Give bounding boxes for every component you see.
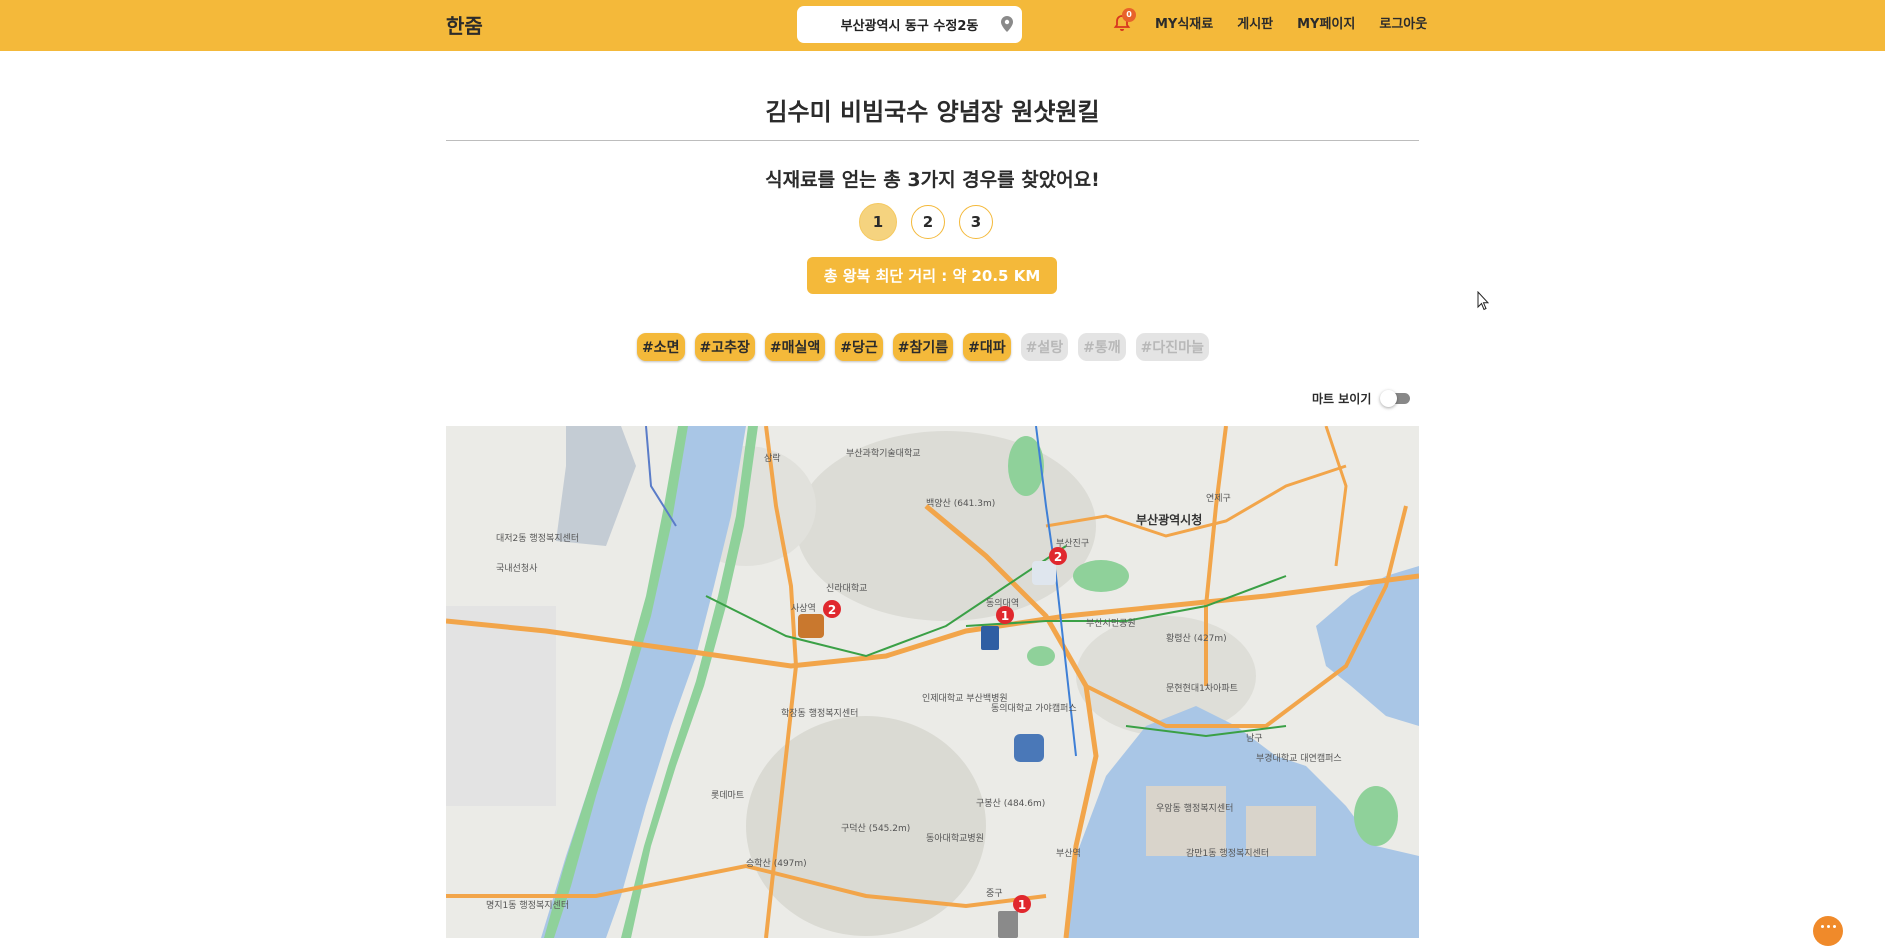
map-label: 국내선청사 xyxy=(496,563,538,574)
map-label: 백양산 (641.3m) xyxy=(926,498,995,509)
map-label: 신라대학교 xyxy=(826,583,867,594)
map-label: 우암동 행정복지센터 xyxy=(1156,802,1233,814)
map-label: 감만1동 행정복지센터 xyxy=(1186,847,1269,859)
chat-fab-button[interactable] xyxy=(1813,916,1843,946)
ingredient-tag-missing[interactable]: #통깨 xyxy=(1078,333,1126,361)
map-label: 동의대학교 가야캠퍼스 xyxy=(991,702,1077,714)
route-marker[interactable]: 1 xyxy=(996,606,1014,624)
map-label: 학장동 행정복지센터 xyxy=(781,707,858,719)
map-label: 부산광역시청 xyxy=(1136,512,1202,527)
route-marker[interactable]: 1 xyxy=(1013,895,1031,913)
logo[interactable]: 한줌 xyxy=(446,10,483,39)
route-marker[interactable]: 2 xyxy=(823,600,841,618)
result-summary: 식재료를 얻는 총 3가지 경우를 찾았어요! xyxy=(765,169,1100,191)
map-label: 황령산 (427m) xyxy=(1166,632,1227,644)
dot-icon xyxy=(1826,925,1830,928)
ingredient-tag[interactable]: #대파 xyxy=(963,333,1011,361)
map-label: 문현현대1차아파트 xyxy=(1166,682,1238,694)
nav-my-ingredients[interactable]: MY식재료 xyxy=(1155,13,1213,32)
map-canvas: 삼락 부산과학기술대학교 백양산 (641.3m) 부산진구 부산광역시청 연제… xyxy=(446,426,1419,938)
route-pager: 1 2 3 xyxy=(859,203,993,241)
svg-text:2: 2 xyxy=(828,603,836,617)
map-label: 인제대학교 부산백병원 xyxy=(922,693,1008,704)
recipe-title: 김수미 비빔국수 양념장 원샷원킬 xyxy=(765,98,1100,126)
map-label: 삼락 xyxy=(764,452,781,464)
ingredient-tag[interactable]: #고추장 xyxy=(694,333,755,361)
dot-icon xyxy=(1832,925,1836,928)
map-label: 부산역 xyxy=(1056,848,1081,859)
map-label: 구덕산 (545.2m) xyxy=(841,823,910,834)
route-page-1[interactable]: 1 xyxy=(859,203,897,241)
svg-text:2: 2 xyxy=(1054,550,1062,564)
ingredient-tag[interactable]: #매실액 xyxy=(764,333,826,361)
nav-my-page[interactable]: MY페이지 xyxy=(1297,13,1355,32)
title-divider xyxy=(446,140,1419,141)
map-label: 부경대학교 대연캠퍼스 xyxy=(1256,752,1342,764)
dot-icon xyxy=(1820,925,1824,928)
ingredient-tag[interactable]: #참기름 xyxy=(892,333,954,361)
route-map[interactable]: 삼락 부산과학기술대학교 백양산 (641.3m) 부산진구 부산광역시청 연제… xyxy=(446,426,1419,938)
distance-badge: 총 왕복 최단 거리 : 약 20.5 KM xyxy=(807,257,1057,294)
ingredient-tag-missing[interactable]: #다진마늘 xyxy=(1135,333,1209,361)
mart-toggle-label: 마트 보이기 xyxy=(1312,392,1372,406)
switch-knob xyxy=(1380,390,1398,407)
route-marker[interactable]: 2 xyxy=(1049,547,1067,565)
route-page-2[interactable]: 2 xyxy=(911,205,945,239)
map-label: 승학산 (497m) xyxy=(746,858,807,869)
map-label: 부산진구 xyxy=(1056,538,1089,549)
map-label: 남구 xyxy=(1246,733,1263,744)
map-label: 연제구 xyxy=(1206,493,1231,504)
map-label: 구봉산 (484.6m) xyxy=(976,798,1045,809)
map-label: 대저2동 행정복지센터 xyxy=(496,532,579,544)
location-selector[interactable]: 부산광역시 동구 수정2동 xyxy=(797,6,1022,43)
map-label: 롯데마트 xyxy=(711,790,744,801)
nav-board[interactable]: 게시판 xyxy=(1237,13,1273,32)
svg-text:1: 1 xyxy=(1018,898,1026,912)
ingredient-tag[interactable]: #당근 xyxy=(835,333,883,361)
mouse-cursor-icon xyxy=(1477,290,1490,315)
mart-toggle-switch[interactable] xyxy=(1380,390,1411,407)
map-label: 부산과학기술대학교 xyxy=(846,448,921,459)
nav-logout[interactable]: 로그아웃 xyxy=(1379,13,1427,32)
top-nav: 0 MY식재료 게시판 MY페이지 로그아웃 xyxy=(1113,7,1427,32)
route-page-3[interactable]: 3 xyxy=(959,205,993,239)
map-label: 부산시민공원 xyxy=(1086,618,1136,629)
notification-bell-icon[interactable]: 0 xyxy=(1113,7,1136,32)
map-label: 중구 xyxy=(986,888,1003,899)
top-header: 한줌 부산광역시 동구 수정2동 0 MY식재료 게시판 MY페이지 로그아웃 xyxy=(0,0,1885,51)
notification-badge: 0 xyxy=(1122,7,1136,22)
mart-toggle: 마트 보이기 xyxy=(1312,390,1411,407)
map-pin-icon xyxy=(1001,16,1013,36)
ingredient-tags: #소면 #고추장 #매실액 #당근 #참기름 #대파 #설탕 #통깨 #다진마늘 xyxy=(637,333,1209,361)
svg-text:1: 1 xyxy=(1001,609,1009,623)
map-label: 사상역 xyxy=(791,603,816,614)
location-text: 부산광역시 동구 수정2동 xyxy=(840,19,979,34)
map-label: 동아대학교병원 xyxy=(926,833,984,844)
ingredient-tag[interactable]: #소면 xyxy=(637,333,685,361)
map-label: 명지1동 행정복지센터 xyxy=(486,899,569,911)
ingredient-tag-missing[interactable]: #설탕 xyxy=(1020,333,1069,361)
